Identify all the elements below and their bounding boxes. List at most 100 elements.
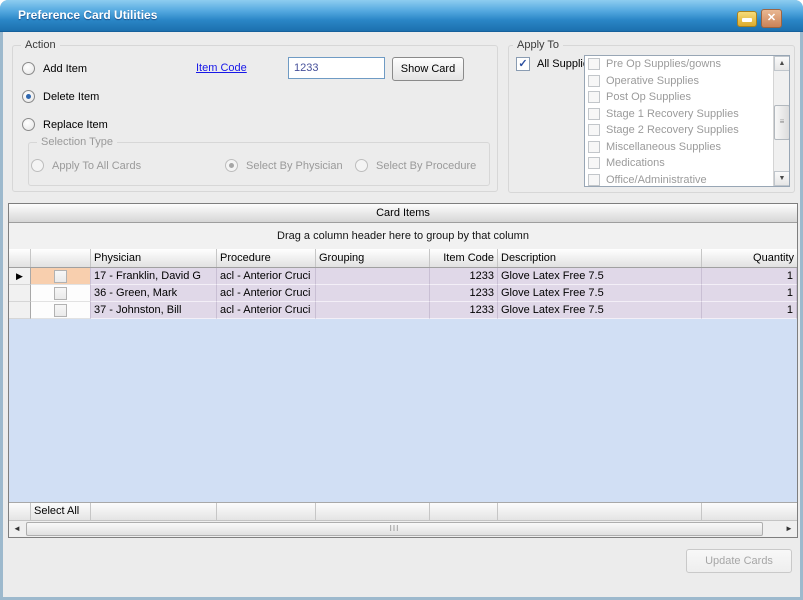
supply-label: Operative Supplies — [606, 75, 699, 87]
supply-item: Miscellaneous Supplies — [585, 139, 773, 156]
column-header-quantity[interactable]: Quantity — [702, 249, 797, 267]
supply-label: Office/Administrative — [606, 174, 707, 186]
grid-header-row: Physician Procedure Grouping Item Code D… — [9, 249, 797, 268]
action-group-label: Action — [21, 39, 60, 51]
close-button[interactable]: ✕ — [761, 9, 782, 28]
checkbox-icon — [588, 58, 600, 70]
cell-item-code: 1233 — [430, 302, 498, 319]
cell-physician: 36 - Green, Mark — [91, 285, 217, 302]
radio-icon — [22, 118, 35, 131]
minimize-icon — [742, 18, 752, 22]
update-cards-button: Update Cards — [686, 549, 792, 573]
preference-card-utilities-window: Preference Card Utilities ✕ Action Add I… — [0, 0, 803, 600]
supply-label: Stage 1 Recovery Supplies — [606, 108, 739, 120]
cell-grouping — [316, 285, 430, 302]
grid-caption: Card Items — [9, 204, 797, 223]
radio-label: Select By Procedure — [376, 160, 476, 172]
radio-label: Delete Item — [43, 91, 99, 103]
radio-delete-item[interactable]: Delete Item — [22, 90, 99, 103]
group-by-hint: Drag a column header here to group by th… — [9, 223, 797, 249]
checkbox-icon — [588, 157, 600, 169]
header-checkbox-cell — [31, 249, 91, 267]
radio-icon — [22, 90, 35, 103]
checkbox-icon — [588, 174, 600, 186]
row-indicator — [9, 285, 31, 302]
radio-icon — [31, 159, 44, 172]
window-title: Preference Card Utilities — [18, 8, 157, 22]
supply-item: Medications — [585, 155, 773, 172]
supply-label: Post Op Supplies — [606, 91, 691, 103]
checkbox-icon — [588, 124, 600, 136]
scroll-down-icon[interactable]: ▼ — [774, 171, 790, 186]
minimize-button[interactable] — [737, 11, 757, 27]
radio-label: Apply To All Cards — [52, 160, 141, 172]
supply-item: Stage 2 Recovery Supplies — [585, 122, 773, 139]
radio-label: Select By Physician — [246, 160, 343, 172]
radio-replace-item[interactable]: Replace Item — [22, 118, 108, 131]
supply-item: Office/Administrative — [585, 172, 773, 188]
column-header-procedure[interactable]: Procedure — [217, 249, 316, 267]
checkbox-icon — [54, 304, 67, 317]
row-indicator — [9, 302, 31, 319]
table-row[interactable]: ▶ 17 - Franklin, David G acl - Anterior … — [9, 268, 797, 285]
checkmark-icon: ✓ — [518, 58, 527, 70]
checkbox-icon — [588, 108, 600, 120]
table-row[interactable]: 36 - Green, Mark acl - Anterior Cruci 12… — [9, 285, 797, 302]
cell-physician: 17 - Franklin, David G — [91, 268, 217, 285]
radio-icon — [355, 159, 368, 172]
scroll-left-icon[interactable]: ◄ — [9, 521, 25, 537]
scrollbar-thumb[interactable]: ≡ — [774, 105, 790, 140]
footer-cell — [430, 503, 498, 520]
column-header-description[interactable]: Description — [498, 249, 702, 267]
item-code-link[interactable]: Item Code — [196, 62, 247, 74]
selection-type-label: Selection Type — [37, 136, 117, 148]
row-checkbox-cell[interactable] — [31, 268, 91, 285]
checkbox-icon: ✓ — [516, 57, 530, 71]
radio-label: Add Item — [43, 63, 87, 75]
radio-icon — [22, 62, 35, 75]
column-header-grouping[interactable]: Grouping — [316, 249, 430, 267]
supply-label: Medications — [606, 157, 665, 169]
header-indicator-cell — [9, 249, 31, 267]
footer-cell — [217, 503, 316, 520]
scrollbar-thumb[interactable]: III — [26, 522, 763, 536]
column-header-physician[interactable]: Physician — [91, 249, 217, 267]
column-header-item-code[interactable]: Item Code — [430, 249, 498, 267]
footer-cell — [498, 503, 702, 520]
cell-item-code: 1233 — [430, 268, 498, 285]
select-all-button[interactable]: Select All — [31, 503, 91, 520]
all-supplies-checkbox[interactable]: ✓ All Supplies — [516, 57, 594, 71]
card-items-grid: Card Items Drag a column header here to … — [8, 203, 798, 538]
footer-cell — [316, 503, 430, 520]
cell-procedure: acl - Anterior Cruci — [217, 285, 316, 302]
grid-empty-area — [9, 319, 797, 502]
horizontal-scrollbar[interactable]: ◄ III ► — [9, 520, 797, 537]
cell-physician: 37 - Johnston, Bill — [91, 302, 217, 319]
radio-select-by-procedure: Select By Procedure — [355, 159, 476, 172]
table-row[interactable]: 37 - Johnston, Bill acl - Anterior Cruci… — [9, 302, 797, 319]
cell-quantity: 1 — [702, 268, 797, 285]
checkbox-icon — [588, 91, 600, 103]
scroll-up-icon[interactable]: ▲ — [774, 56, 790, 71]
supply-label: Pre Op Supplies/gowns — [606, 58, 721, 70]
close-icon: ✕ — [767, 12, 776, 24]
cell-procedure: acl - Anterior Cruci — [217, 268, 316, 285]
cell-quantity: 1 — [702, 285, 797, 302]
supplies-listbox: Pre Op Supplies/gowns Operative Supplies… — [584, 55, 790, 187]
cell-description: Glove Latex Free 7.5 — [498, 302, 702, 319]
row-checkbox-cell[interactable] — [31, 285, 91, 302]
supplies-scrollbar[interactable]: ▲ ≡ ▼ — [773, 56, 789, 186]
titlebar[interactable]: Preference Card Utilities ✕ — [0, 0, 803, 32]
row-indicator-icon: ▶ — [16, 271, 23, 281]
supply-item: Post Op Supplies — [585, 89, 773, 106]
item-code-input[interactable] — [288, 57, 385, 79]
row-checkbox-cell[interactable] — [31, 302, 91, 319]
radio-add-item[interactable]: Add Item — [22, 62, 87, 75]
supply-item: Stage 1 Recovery Supplies — [585, 106, 773, 123]
scroll-right-icon[interactable]: ► — [781, 521, 797, 537]
cell-procedure: acl - Anterior Cruci — [217, 302, 316, 319]
show-card-button[interactable]: Show Card — [392, 57, 464, 81]
checkbox-icon — [588, 141, 600, 153]
radio-apply-to-all-cards: Apply To All Cards — [31, 159, 141, 172]
cell-description: Glove Latex Free 7.5 — [498, 268, 702, 285]
